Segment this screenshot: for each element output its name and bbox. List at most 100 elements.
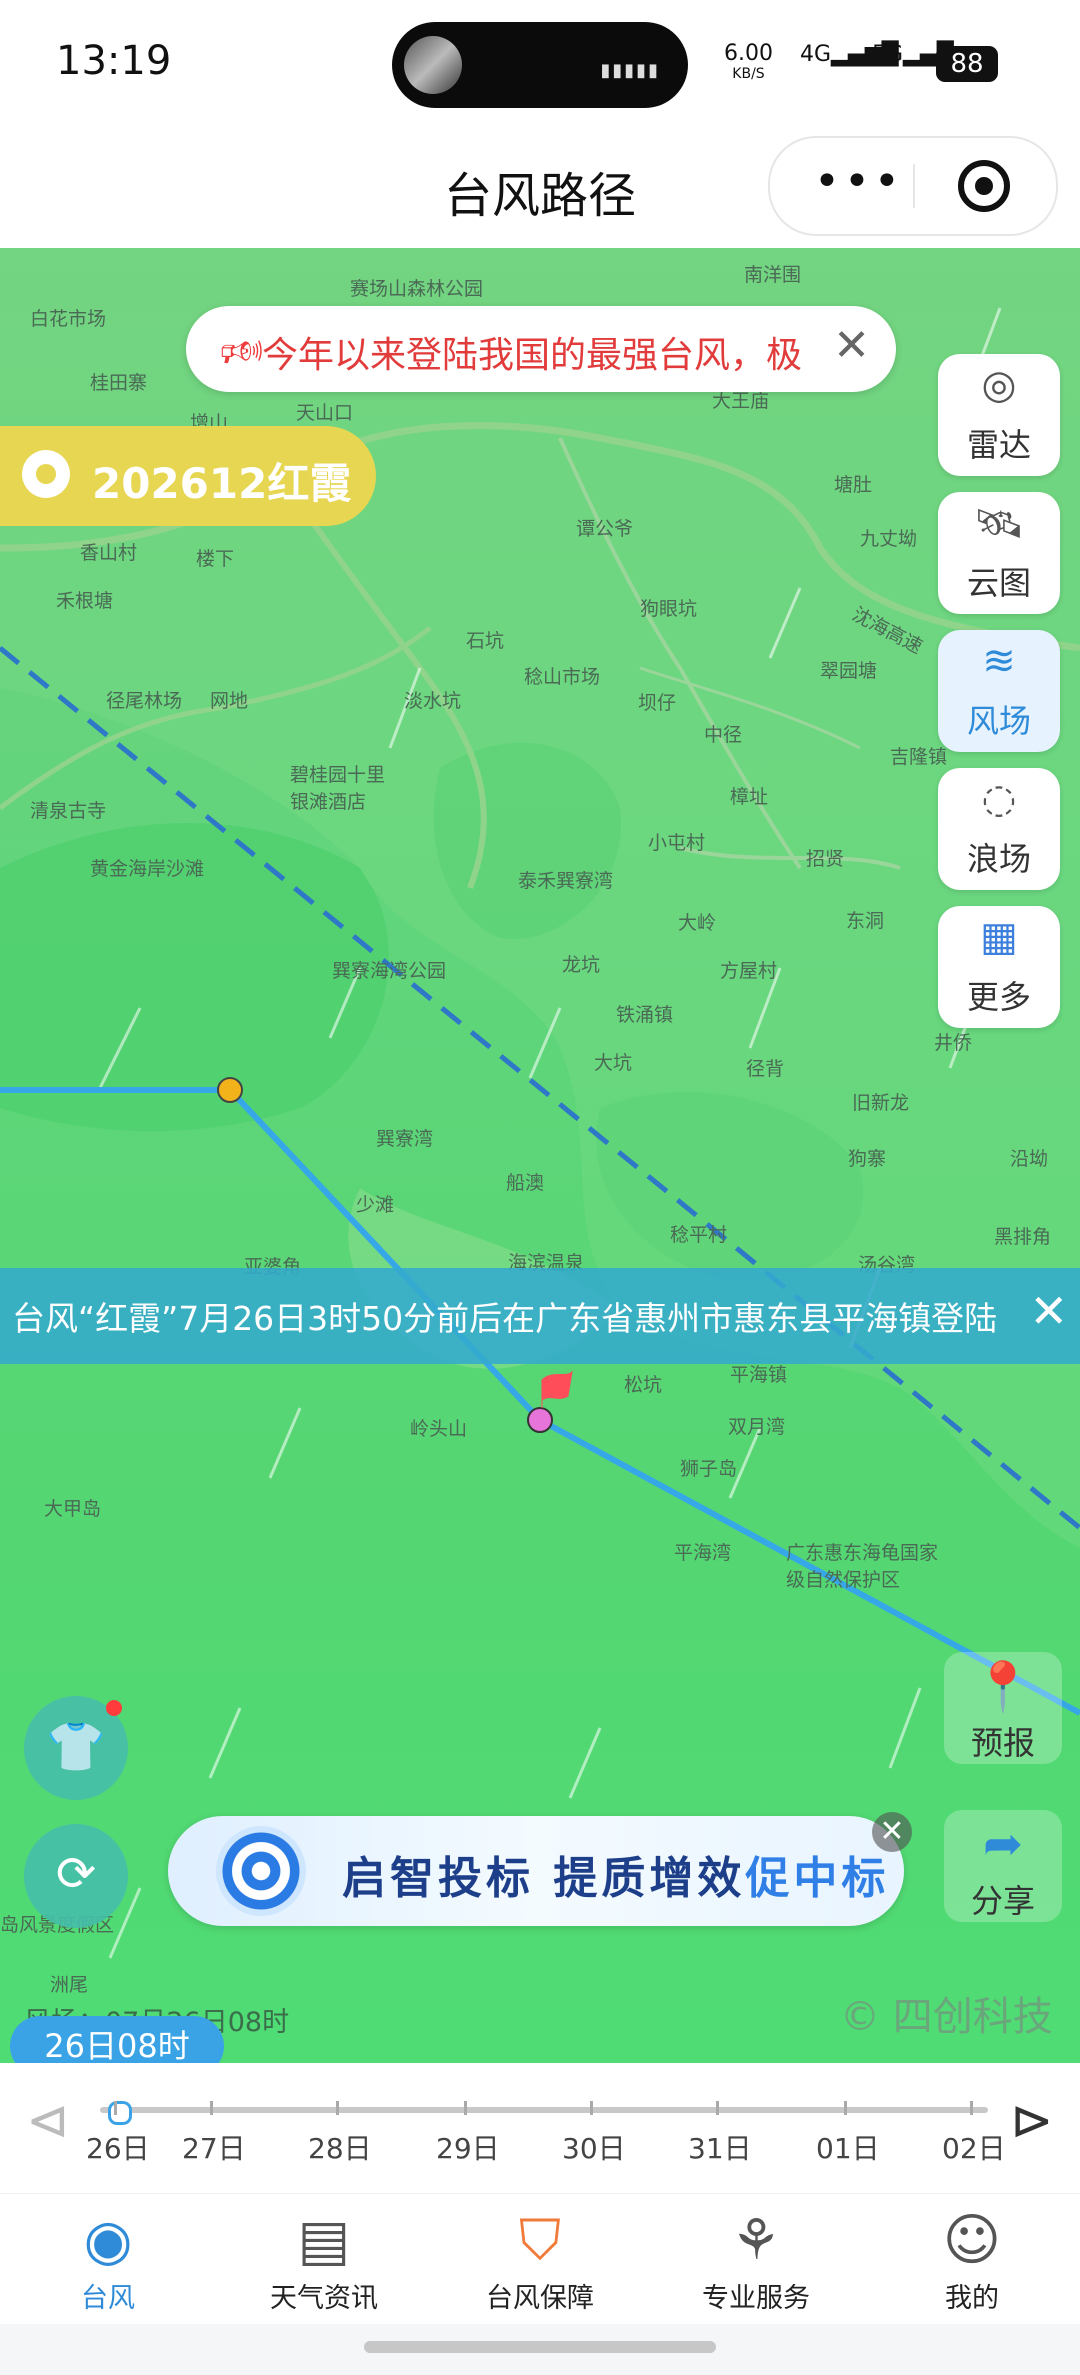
typhoon-map[interactable]: 赛场山森林公园 南洋围 白花市场 大王庙 桂田寨 天山口 增山 塘肚 九丈坳 谭…	[0, 248, 1080, 2063]
place-label: 稔平村	[670, 1224, 728, 1246]
radar-icon: ◎	[981, 362, 1017, 408]
day-label: 28日	[308, 2132, 372, 2165]
day-label: 31日	[688, 2132, 752, 2165]
close-program-icon[interactable]	[958, 160, 1010, 212]
place-label: 中径	[704, 724, 743, 746]
ad-close-button[interactable]: ✕	[872, 1812, 912, 1852]
place-label: 淡水坑	[404, 690, 462, 712]
current-time-bubble: 26日08时	[10, 2016, 224, 2063]
home-indicator	[364, 2341, 716, 2353]
place-label: 吉隆镇	[890, 746, 948, 768]
place-label: 巽寮海湾公园	[332, 960, 447, 982]
typhoon-selector[interactable]: 202612红霞	[0, 426, 376, 526]
layer-cloud-button[interactable]: 🛰 云图	[938, 492, 1060, 614]
close-icon[interactable]: ✕	[1029, 1284, 1068, 1338]
dressing-button[interactable]: 👕	[24, 1696, 128, 1800]
place-label: 桂田寨	[90, 372, 148, 394]
place-label: 香山村	[80, 542, 138, 564]
day-label: 29日	[436, 2132, 500, 2165]
banner-text: 台风“红霞”7月26日3时50分前后在广东省惠州市惠东县平海镇登陆	[12, 1299, 998, 1338]
notification-dot	[106, 1700, 122, 1716]
place-label: 东洞	[846, 910, 885, 932]
battery-indicator: 88	[936, 46, 998, 82]
day-label: 01日	[816, 2132, 880, 2165]
place-label: 黑排角	[994, 1226, 1052, 1248]
tab-weather-news[interactable]: ▤ 天气资讯	[234, 2208, 414, 2315]
place-label: 大岭	[678, 912, 717, 934]
place-label: 赛场山森林公园	[350, 278, 484, 300]
dynamic-island: ▮▮▮▮▮	[392, 22, 688, 108]
place-label: 少滩	[356, 1194, 395, 1216]
place-label: 九丈坳	[860, 528, 918, 550]
place-label: 旧新龙	[852, 1092, 910, 1114]
tab-typhoon[interactable]: ◉ 台风	[18, 2208, 198, 2315]
satellite-icon: 🛰	[973, 501, 1025, 547]
place-label: 大坑	[594, 1052, 633, 1074]
tab-pro-service[interactable]: ⚘ 专业服务	[666, 2208, 846, 2315]
place-label: 船澳	[506, 1172, 545, 1194]
user-icon: ☺	[942, 2208, 1002, 2273]
service-icon: ⚘	[730, 2208, 782, 2273]
place-label: 楼下	[196, 548, 235, 570]
target-icon	[216, 1826, 306, 1916]
layer-wind-button[interactable]: ≋ 风场	[938, 630, 1060, 752]
layer-wave-button[interactable]: ◌ 浪场	[938, 768, 1060, 890]
shield-icon: ⛉	[519, 2208, 561, 2273]
shirt-icon: 👕	[46, 1719, 106, 1775]
refresh-button[interactable]: ⟳	[24, 1824, 128, 1928]
place-label: 樟址	[730, 786, 769, 808]
close-icon[interactable]: ✕	[833, 320, 870, 371]
place-label: 广东惠东海龟国家级自然保护区	[786, 1542, 939, 1591]
place-label: 天山口	[296, 402, 354, 424]
typhoon-icon: ◉	[83, 2208, 133, 2273]
place-label: 井侨	[934, 1032, 973, 1054]
tab-typhoon-guarantee[interactable]: ⛉ 台风保障	[450, 2208, 630, 2315]
news-icon: ▤	[297, 2208, 351, 2273]
place-label: 南洋围	[744, 264, 802, 286]
place-label: 狗寨	[848, 1148, 887, 1170]
ad-text: 启智投标 提质增效促中标	[342, 1853, 890, 1904]
slider-track[interactable]	[100, 2107, 988, 2113]
media-thumbnail	[404, 36, 462, 94]
title-bar: 台风路径 •••	[0, 130, 1080, 248]
notice-text: 今年以来登陆我国的最强台风，极	[262, 335, 803, 376]
place-label: 禾根塘	[56, 590, 114, 612]
place-label: 清泉古寺	[30, 800, 107, 822]
net-speed: 6.00 KB/S	[724, 41, 773, 83]
typhoon-name: 202612红霞	[92, 459, 352, 508]
place-label: 坝仔	[638, 692, 677, 714]
share-icon: ➦	[982, 1816, 1024, 1872]
place-label: 大甲岛	[44, 1498, 102, 1520]
time-slider[interactable]: ⊲ 26日 27日 28日 29日 30日 31日 01日 02日 ⊳	[0, 2063, 1080, 2193]
place-label: 沿坳	[1010, 1148, 1049, 1170]
place-label: 径背	[746, 1058, 785, 1080]
layer-more-button[interactable]: ▦ 更多	[938, 906, 1060, 1028]
bottom-tab-bar: ◉ 台风 ▤ 天气资讯 ⛉ 台风保障 ⚘ 专业服务 ☺ 我的	[0, 2193, 1080, 2324]
layer-radar-button[interactable]: ◎ 雷达	[938, 354, 1060, 476]
place-label: 平海镇	[730, 1364, 788, 1386]
ad-banner[interactable]: 启智投标 提质增效促中标	[168, 1816, 904, 1926]
day-label: 02日	[942, 2132, 1006, 2165]
place-label: 松坑	[624, 1374, 663, 1396]
wind-icon: ≋	[982, 638, 1016, 684]
status-bar: 13:19 ▮▮▮▮▮ 6.00 KB/S 4G▂▄▆█ 5G▂▄█ 88	[0, 0, 1080, 130]
forecast-button[interactable]: 📍 预报	[944, 1652, 1062, 1764]
place-label: 翠园塘	[820, 660, 878, 682]
slider-handle[interactable]	[108, 2101, 132, 2125]
share-button[interactable]: ➦ 分享	[944, 1810, 1062, 1922]
more-icon[interactable]: •••	[814, 156, 904, 207]
day-label: 27日	[182, 2132, 246, 2165]
refresh-icon: ⟳	[55, 1846, 97, 1902]
speaker-icon: 🕬	[220, 332, 264, 372]
prev-icon[interactable]: ⊲	[26, 2091, 70, 2151]
notice-marquee[interactable]: 🕬 今年以来登陆我国的最强台风，极 ✕	[186, 306, 896, 392]
next-icon[interactable]: ⊳	[1010, 2091, 1054, 2151]
place-label: 狮子岛	[680, 1458, 738, 1480]
place-label: 塘肚	[834, 474, 873, 496]
place-label: 稔山市场	[524, 666, 601, 688]
place-label: 网地	[210, 690, 249, 712]
place-label: 泰禾巽寮湾	[518, 870, 614, 892]
place-label: 谭公爷	[576, 518, 634, 540]
tab-mine[interactable]: ☺ 我的	[882, 2208, 1062, 2315]
place-label: 岭头山	[410, 1418, 468, 1440]
